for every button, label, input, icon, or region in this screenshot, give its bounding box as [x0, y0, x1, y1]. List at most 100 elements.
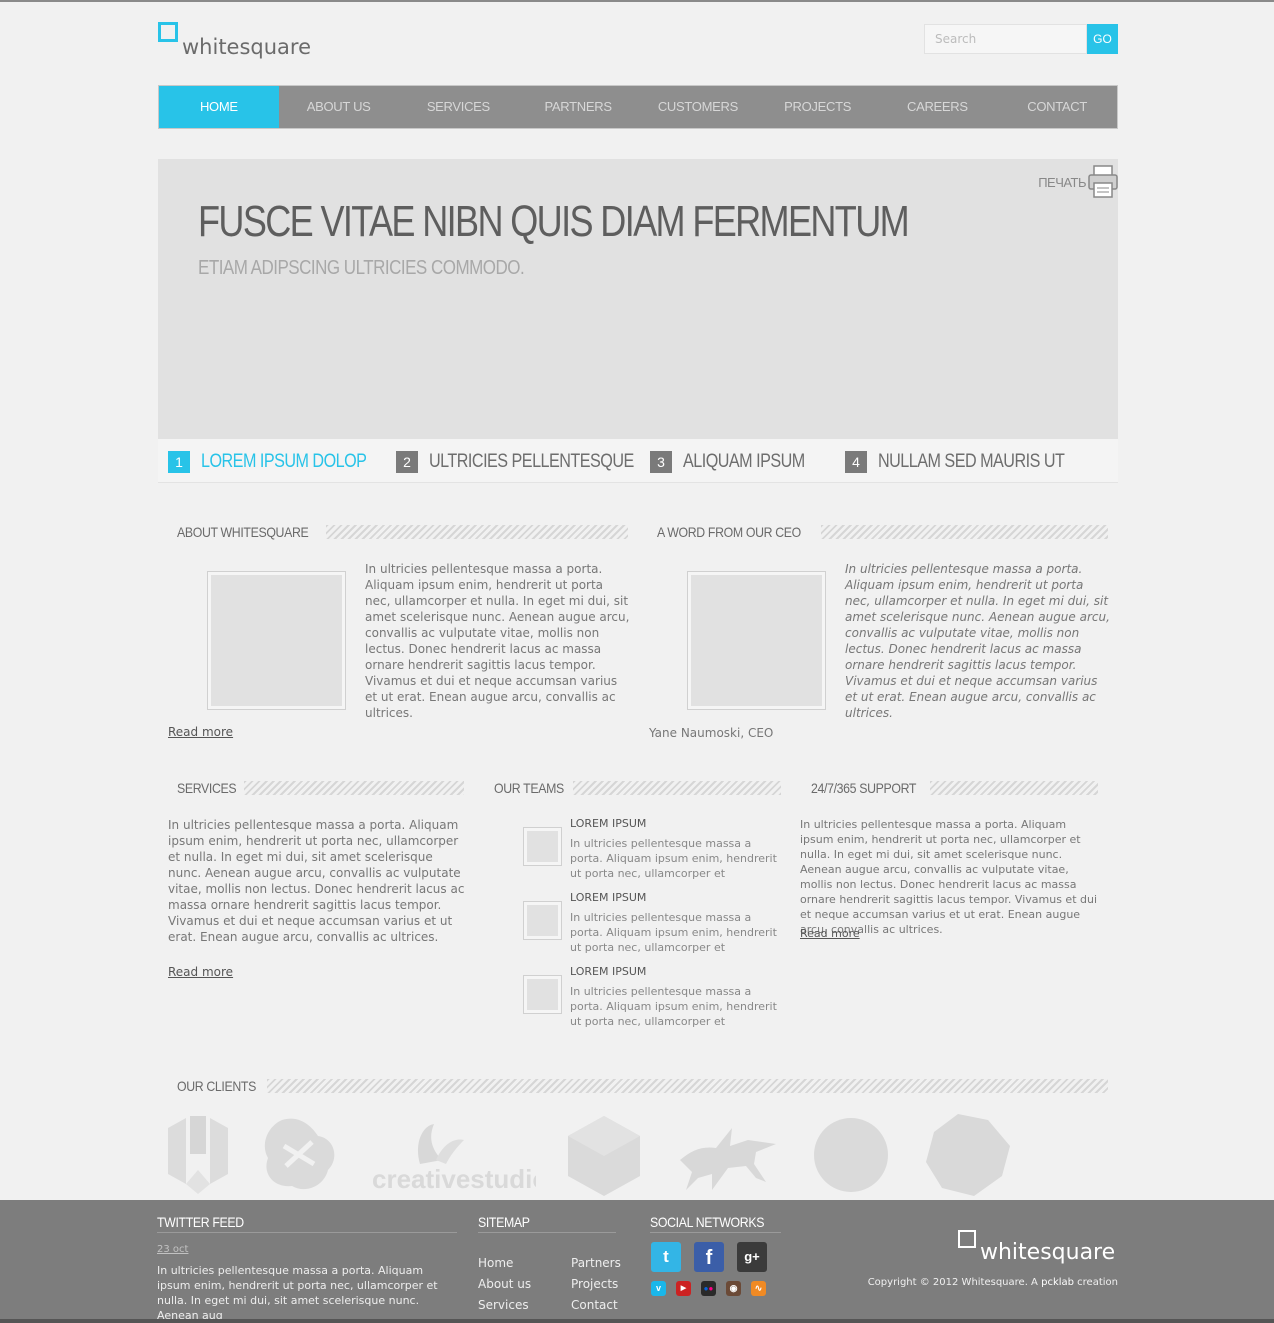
team-member-image [523, 975, 562, 1014]
slider-tab-label: ULTRICIES PELLENTESQUE [429, 451, 634, 472]
team-member-title: LOREM IPSUM [570, 891, 647, 904]
slider-tab-number: 2 [396, 451, 418, 473]
client-logo-circle[interactable] [812, 1116, 890, 1194]
slider-tab-3[interactable]: 3 ALIQUAM IPSUM [650, 451, 826, 473]
sitemap-heading: SITEMAP [478, 1214, 530, 1230]
instagram-icon[interactable]: ◉ [726, 1281, 741, 1296]
ceo-image [687, 571, 826, 710]
logo-text: whitesquare [182, 35, 312, 59]
slider-tab-1[interactable]: 1 LOREM IPSUM DOLOP [168, 451, 396, 473]
sitemap-link-partners[interactable]: Partners [571, 1256, 621, 1270]
copyright-suffix: creation [1077, 1277, 1118, 1288]
slide-title: FUSCE VITAE NIBN QUIS DIAM FERMENTUM [198, 197, 910, 246]
services-text: In ultricies pellentesque massa a porta.… [168, 818, 465, 944]
client-logo-2[interactable] [262, 1116, 338, 1192]
footer-divider [478, 1232, 616, 1233]
services-heading: SERVICES [177, 779, 464, 797]
services-heading-text: SERVICES [177, 780, 237, 796]
social-networks-heading: SOCIAL NETWORKS [650, 1214, 765, 1230]
slider-tab-label: ALIQUAM IPSUM [683, 451, 805, 472]
slider-tab-label: NULLAM SED MAURIS UT [878, 451, 1065, 472]
sitemap-link-contact[interactable]: Contact [571, 1298, 618, 1312]
team-member-text: In ultricies pellentesque massa a porta.… [570, 837, 777, 880]
bottom-bar [0, 1319, 1274, 1323]
teams-heading-text: OUR TEAMS [494, 780, 564, 796]
client-logo-7[interactable] [924, 1112, 1012, 1198]
heading-hatch [266, 1079, 1108, 1093]
print-button[interactable]: ПЕЧАТЬ [1038, 165, 1118, 199]
slider-tab-2[interactable]: 2 ULTRICIES PELLENTESQUE [396, 451, 670, 473]
client-logo-1[interactable] [166, 1114, 230, 1196]
print-label: ПЕЧАТЬ [1038, 174, 1086, 190]
copyright-prefix: Copyright © 2012 Whitesquare. A [867, 1277, 1038, 1288]
team-member-image [523, 827, 562, 866]
slider-tab-label: LOREM IPSUM DOLOP [201, 451, 367, 472]
ceo-heading: A WORD FROM OUR CEO [657, 523, 1108, 541]
google-plus-icon[interactable]: g+ [737, 1242, 767, 1272]
nav-contact[interactable]: CONTACT [997, 86, 1117, 128]
pcklab-link[interactable]: pcklab [1041, 1277, 1074, 1288]
team-member-title: LOREM IPSUM [570, 817, 647, 830]
slide-subtitle: ETIAM ADIPSCING ULTRICIES COMMODO. [198, 257, 525, 279]
slider-tab-number: 3 [650, 451, 672, 473]
sitemap-link-about-us[interactable]: About us [478, 1277, 531, 1291]
facebook-icon[interactable]: f [694, 1242, 724, 1272]
sitemap-link-projects[interactable]: Projects [571, 1277, 618, 1291]
team-member-image [523, 901, 562, 940]
heading-hatch [930, 781, 1098, 795]
rss-icon[interactable]: ∿ [751, 1281, 766, 1296]
nav-customers[interactable]: CUSTOMERS [638, 86, 758, 128]
heading-hatch [573, 781, 781, 795]
search-go-button[interactable]: GO [1087, 24, 1118, 54]
about-heading: ABOUT WHITESQUARE [177, 523, 628, 541]
nav-partners[interactable]: PARTNERS [518, 86, 638, 128]
teams-heading: OUR TEAMS [494, 779, 781, 797]
support-read-more-link[interactable]: Read more [800, 926, 860, 941]
clients-heading-text: OUR CLIENTS [177, 1078, 256, 1094]
ceo-heading-text: A WORD FROM OUR CEO [657, 524, 801, 540]
ceo-signature: Yane Naumoski, CEO [649, 726, 774, 740]
nav-careers[interactable]: CAREERS [878, 86, 998, 128]
logo-square-icon [958, 1230, 976, 1248]
slider-tab-number: 4 [845, 451, 867, 473]
slider-tab-number: 1 [168, 451, 190, 473]
slider-tab-4[interactable]: 4 NULLAM SED MAURIS UT [845, 451, 1097, 473]
nav-services[interactable]: SERVICES [399, 86, 519, 128]
nav-projects[interactable]: PROJECTS [758, 86, 878, 128]
flickr-icon[interactable]: ●● [701, 1281, 716, 1296]
client-logo-4[interactable] [566, 1114, 642, 1198]
tweet-date-link[interactable]: 23 oct [157, 1244, 188, 1255]
support-heading-text: 24/7/365 SUPPORT [811, 780, 917, 796]
team-member-text: In ultricies pellentesque massa a porta.… [570, 985, 777, 1028]
tweet-text: In ultricies pellentesque massa a porta.… [157, 1264, 438, 1322]
twitter-icon[interactable]: t [651, 1242, 681, 1272]
support-heading: 24/7/365 SUPPORT [811, 779, 1098, 797]
about-heading-text: ABOUT WHITESQUARE [177, 524, 309, 540]
nav-home[interactable]: HOME [159, 86, 279, 128]
support-text: In ultricies pellentesque massa a porta.… [800, 818, 1098, 936]
search-input[interactable] [924, 24, 1087, 54]
nav-about-us[interactable]: ABOUT US [279, 86, 399, 128]
main-nav: HOME ABOUT US SERVICES PARTNERS CUSTOMER… [158, 85, 1118, 129]
twitter-feed-heading: TWITTER FEED [157, 1214, 244, 1230]
logo-square-icon [158, 22, 178, 42]
slider-tabs: 1 LOREM IPSUM DOLOP 2 ULTRICIES PELLENTE… [158, 439, 1118, 483]
footer-divider [650, 1232, 781, 1233]
sitemap-link-services[interactable]: Services [478, 1298, 529, 1312]
footer-divider [157, 1232, 457, 1233]
ceo-text: In ultricies pellentesque massa a porta.… [845, 562, 1110, 720]
heading-hatch [820, 525, 1108, 539]
youtube-icon[interactable]: ▶ [676, 1281, 691, 1296]
client-logo-text: creativestudio [372, 1164, 536, 1192]
about-read-more-link[interactable]: Read more [168, 725, 233, 739]
hero-slider: ПЕЧАТЬ FUSCE VITAE NIBN QUIS DIAM FERMEN… [158, 159, 1118, 439]
client-logo-horse[interactable] [672, 1120, 780, 1192]
vimeo-icon[interactable]: v [651, 1281, 666, 1296]
about-image [207, 571, 346, 710]
services-read-more-link[interactable]: Read more [168, 965, 233, 979]
footer-logo-text: whitesquare [980, 1240, 1116, 1265]
about-text: In ultricies pellentesque massa a porta.… [365, 562, 630, 720]
heading-hatch [326, 525, 628, 539]
sitemap-link-home[interactable]: Home [478, 1256, 513, 1270]
client-logo-creativestudio[interactable]: creativestudio [370, 1120, 536, 1192]
